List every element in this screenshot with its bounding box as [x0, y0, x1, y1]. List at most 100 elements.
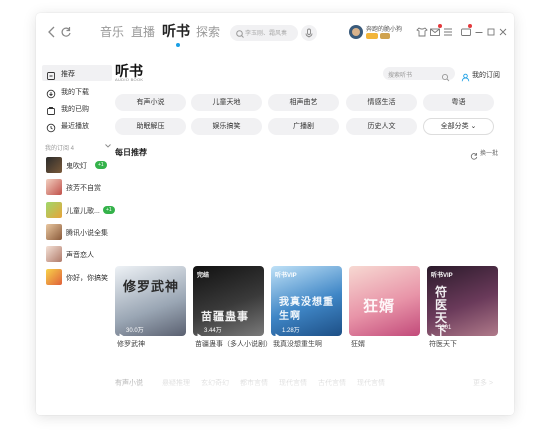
level-badge [380, 33, 390, 39]
microphone-icon [305, 28, 313, 38]
book-title[interactable]: 符医天下 [429, 339, 457, 349]
close-icon[interactable] [497, 25, 509, 37]
notification-dot [468, 24, 472, 28]
subscription-item[interactable]: 儿童儿歌... +1 [46, 202, 115, 220]
book-title[interactable]: 我真没想重生啊 [273, 339, 322, 349]
next-section-row: 有声小说 悬疑推理 玄幻奇幻 都市言情 现代言情 古代言情 现代言情 更多 > [115, 378, 500, 388]
play-count-value: 30.0万 [126, 328, 144, 334]
maximize-icon[interactable] [485, 25, 497, 37]
cover-art-title: 狂婿 [363, 298, 396, 315]
update-badge: +1 [103, 206, 115, 214]
tab-live[interactable]: 直播 [131, 24, 155, 40]
my-subscriptions-label: 我的订阅 [472, 72, 500, 79]
more-link[interactable]: 更多 > [473, 378, 493, 388]
download-icon [46, 86, 56, 99]
subscription-label: 鬼吹灯 [66, 163, 87, 170]
category-chip[interactable]: 儿童天地 [191, 94, 262, 111]
subscription-item[interactable]: 孩芳不自赏 [46, 179, 114, 197]
update-badge: +1 [95, 161, 107, 169]
vip-badge [366, 33, 378, 39]
subscription-cover [46, 202, 62, 218]
cover-badge: 完结 [197, 273, 210, 279]
subscription-item[interactable]: 声音恋人 [46, 246, 114, 264]
subcategory-link[interactable]: 古代言情 [318, 378, 346, 388]
cover-art-title: 我真没想重生啊 [279, 297, 334, 322]
refresh-icon[interactable] [60, 25, 72, 39]
back-icon[interactable] [46, 25, 58, 39]
user-name[interactable]: 奔跑的脆小狗 [366, 24, 402, 33]
subcategory-link[interactable]: 悬疑推理 [162, 378, 190, 388]
category-chip[interactable]: 广播剧 [268, 118, 339, 135]
book-cover[interactable]: 狂婿 [349, 266, 420, 336]
subscription-cover [46, 246, 62, 262]
subscription-item[interactable]: 鬼吹灯 +1 [46, 157, 114, 175]
category-chip[interactable]: 情感生活 [346, 94, 417, 111]
page-subtitle: AUDIO BOOK [115, 77, 144, 82]
subscription-label: 腾讯小说全集 [66, 230, 108, 237]
subscription-cover [46, 224, 62, 240]
sidebar-item-label: 我的下载 [61, 89, 89, 96]
category-chip[interactable]: 有声小说 [115, 94, 186, 111]
play-icon [197, 326, 202, 336]
search-icon [441, 69, 450, 82]
sidebar-item-recent[interactable]: 最近播放 [42, 117, 112, 133]
subscription-cover [46, 269, 62, 285]
subcategory-link[interactable]: 现代言情 [279, 378, 307, 388]
subscription-label: 孩芳不自赏 [66, 185, 101, 192]
avatar[interactable] [349, 25, 363, 39]
tab-audiobook[interactable]: 听书 [162, 23, 190, 39]
play-count-value: 3.44万 [204, 328, 222, 334]
cover-badge: 听书VIP [275, 273, 297, 279]
sidebar-item-recommend[interactable]: 推荐 [42, 65, 112, 81]
sidebar-item-label: 我的已购 [61, 106, 89, 113]
sidebar-item-label: 推荐 [61, 71, 75, 78]
chevron-down-icon[interactable] [104, 142, 112, 152]
subcategory-link[interactable]: 都市言情 [240, 378, 268, 388]
category-chip[interactable]: 历史人文 [346, 118, 417, 135]
play-icon [275, 326, 280, 336]
recommend-icon [46, 68, 56, 80]
skin-icon[interactable] [416, 25, 428, 37]
tab-music[interactable]: 音乐 [100, 24, 124, 40]
book-title[interactable]: 苗疆蛊事（多人小说剧） [195, 339, 272, 349]
daily-recommend-title: 每日推荐 [115, 148, 147, 157]
subscription-item[interactable]: 腾讯小说全集 [46, 224, 114, 242]
tab-explore[interactable]: 探索 [196, 24, 220, 40]
category-chip[interactable]: 娱乐搞笑 [191, 118, 262, 135]
sidebar-item-downloads[interactable]: 我的下载 [42, 83, 112, 99]
category-chip[interactable]: 助眠解压 [115, 118, 186, 135]
menu-icon[interactable] [442, 25, 454, 37]
book-cover[interactable]: 听书VIP 符医天下 5301 [427, 266, 498, 336]
book-title[interactable]: 狂婿 [351, 339, 365, 349]
book-title[interactable]: 修罗武神 [117, 339, 145, 349]
voice-search-button[interactable] [301, 25, 317, 41]
play-count-value: 1.28万 [282, 328, 300, 334]
cover-art-title: 苗疆蛊事 [201, 311, 249, 323]
subcategory-link[interactable]: 现代言情 [357, 378, 385, 388]
app-window: 音乐 直播 听书 探索 李玉刚、霜风奏 奔跑的脆小狗 推荐 我的下载 我的已购 … [36, 13, 514, 415]
purchased-icon [46, 103, 56, 115]
subscription-cover [46, 157, 62, 173]
play-count-value: 5301 [438, 325, 452, 331]
cover-art-title: 修罗武神 [123, 279, 180, 294]
all-categories-button[interactable]: 全部分类 ⌄ [423, 118, 494, 135]
subcategory-link[interactable]: 玄幻奇幻 [201, 378, 229, 388]
book-cover[interactable]: 听书VIP 我真没想重生啊 1.28万 [271, 266, 342, 336]
search-placeholder: 搜索听书 [388, 73, 413, 79]
subscription-cover [46, 179, 62, 195]
refresh-icon [470, 147, 478, 160]
category-chip[interactable]: 相声曲艺 [268, 94, 339, 111]
book-cover[interactable]: 完结 苗疆蛊事 3.44万 [193, 266, 264, 336]
sidebar-item-label: 最近播放 [61, 123, 89, 130]
search-icon [235, 27, 245, 39]
search-input[interactable]: 李玉刚、霜风奏 [230, 25, 298, 41]
subscription-label: 儿童儿歌... [66, 208, 100, 215]
audiobook-search-input[interactable]: 搜索听书 [383, 67, 455, 82]
sidebar-item-purchased[interactable]: 我的已购 [42, 100, 112, 116]
play-icon [431, 326, 436, 336]
book-cover[interactable]: 修罗武神 30.0万 [115, 266, 186, 336]
subscription-item[interactable]: 你好，你搞笑 [46, 269, 114, 287]
minimize-icon[interactable] [473, 25, 485, 37]
category-chip[interactable]: 粤语 [423, 94, 494, 111]
active-tab-indicator [176, 43, 180, 47]
